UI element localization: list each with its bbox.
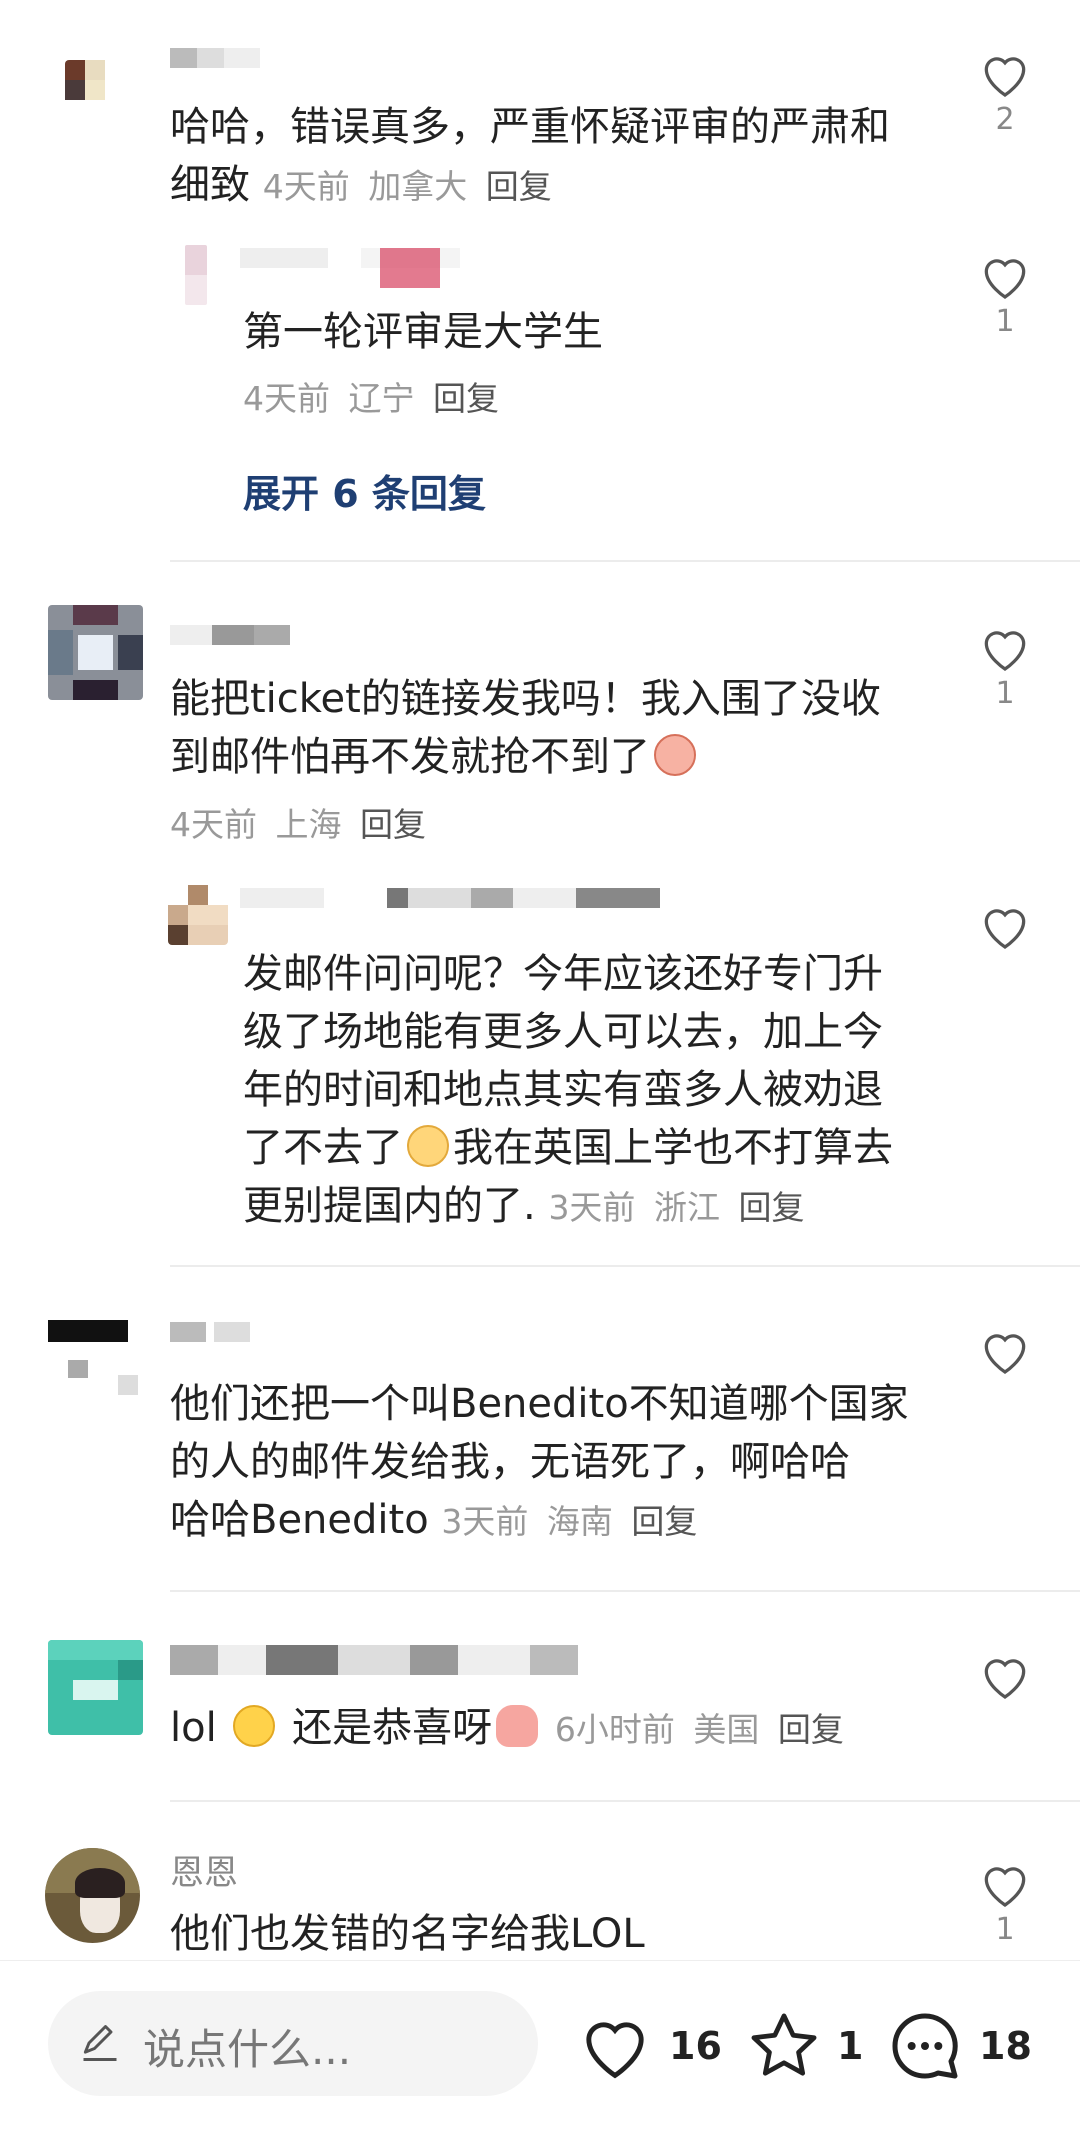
author-name-blurred[interactable] [170,625,290,645]
like-button[interactable] [970,1650,1040,1740]
comment-text: 他们还把一个叫Benedito不知道哪个国家 的人的邮件发给我，无语死了，啊哈哈… [170,1381,909,1543]
heart-outline-icon [984,259,1026,299]
comment-meta: 4天前 上海 回复 [170,805,426,844]
crying-face-emoji-icon [654,734,696,776]
author-name[interactable]: 恩恩 [170,1845,238,1894]
divider [170,1265,1080,1267]
comment-input[interactable]: 说点什么... [48,1991,538,2096]
pencil-icon [83,2025,117,2061]
divider [170,1590,1080,1592]
favorite-count: 1 [837,2024,864,2068]
like-count: 1 [995,1912,1015,1947]
avatar[interactable] [65,60,120,115]
favorite-button[interactable]: 1 [745,2001,863,2091]
like-count: 16 [669,2024,722,2068]
like-button[interactable]: 1 [970,1858,1040,1948]
heart-outline-icon [984,631,1026,671]
chat-bubble-icon [892,2013,958,2079]
bottom-action-bar: 说点什么... 16 1 18 [0,1960,1080,2133]
reply-button[interactable]: 回复 [778,1710,844,1749]
like-button[interactable]: 1 [970,622,1040,712]
like-count [970,1379,1040,1415]
like-count: 1 [995,676,1015,711]
comments-button[interactable]: 18 [885,2001,1032,2091]
comment-text: 第一轮评审是大学生 [243,309,603,355]
like-count [970,954,1040,990]
heart-outline-icon [984,1867,1026,1907]
author-name-blurred[interactable] [240,888,660,908]
reply-button[interactable]: 回复 [486,167,552,206]
crying-face-emoji-icon [407,1125,449,1167]
reply-button[interactable]: 回复 [360,805,426,844]
comment-text: 能把ticket的链接发我吗！我入围了没收 到邮件怕再不发就抢不到了 [170,676,881,780]
comment-meta: 4天前 辽宁 回复 [243,379,499,418]
expand-replies-link[interactable]: 展开 6 条回复 [243,463,486,518]
heart-outline-icon [984,1659,1026,1699]
comment-text: 哈哈，错误真多，严重怀疑评审的严肃和细致 4天前 加拿大 回复 [170,104,890,208]
author-name-blurred[interactable] [170,1645,650,1675]
comment-input-placeholder: 说点什么... [143,2025,352,2074]
author-name-blurred[interactable] [170,48,260,68]
like-button[interactable]: 2 [970,48,1040,138]
heart-outline-icon [984,57,1026,97]
author-badge-blurred [380,248,440,288]
like-count: 1 [995,304,1015,339]
avatar[interactable] [168,885,228,945]
heart-outline-icon [984,909,1026,949]
reply-button[interactable]: 回复 [631,1502,697,1541]
reply-button[interactable]: 回复 [433,379,499,418]
like-count [970,1704,1040,1740]
avatar[interactable] [48,1640,143,1735]
star-outline-icon [751,2013,817,2076]
comment-text: 发邮件问问呢？今年应该还好专门升 级了场地能有更多人可以去，加上今 年的时间和地… [243,951,893,1229]
avatar[interactable] [45,1848,140,1943]
heart-outline-icon [586,2022,644,2079]
like-button[interactable] [970,900,1040,990]
avatar[interactable] [185,245,207,305]
heart-outline-icon [984,1334,1026,1374]
comment-count: 18 [979,2024,1032,2068]
divider [170,1800,1080,1802]
divider [170,560,1080,562]
grinning-face-emoji-icon [233,1705,276,1747]
author-name-blurred[interactable] [170,1322,250,1342]
avatar[interactable] [48,605,143,700]
thumbs-up-emoji-icon [496,1705,539,1747]
reply-button[interactable]: 回复 [738,1188,804,1227]
avatar[interactable] [48,1320,143,1395]
like-count: 2 [995,102,1015,137]
like-button[interactable] [970,1325,1040,1415]
comment-text: 他们也发错的名字给我LOL [170,1911,645,1957]
like-post-button[interactable]: 16 [575,2001,722,2091]
like-button[interactable]: 1 [970,250,1040,340]
comment-text: lol 还是恭喜呀 6小时前 美国 回复 [170,1705,844,1751]
